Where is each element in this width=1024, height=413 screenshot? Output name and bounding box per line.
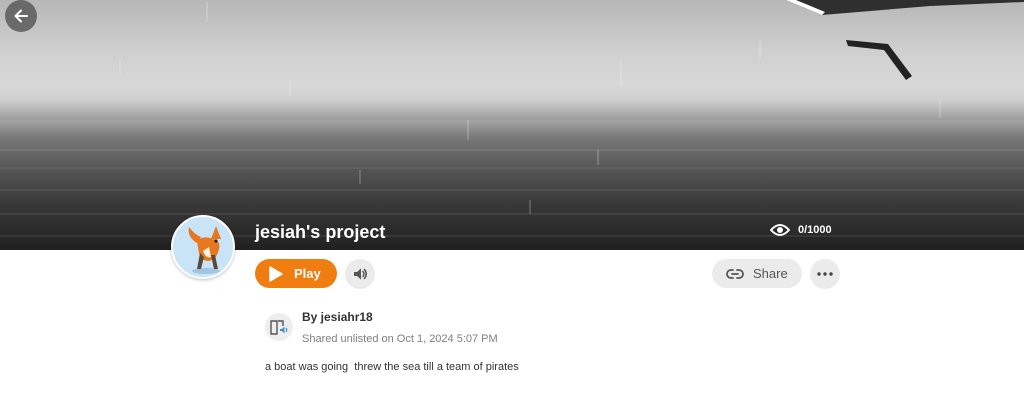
- scene-preview-image: [0, 0, 1024, 250]
- author-byline[interactable]: By jesiahr18: [302, 310, 373, 324]
- project-description: a boat was going threw the sea till a te…: [265, 361, 519, 373]
- share-button[interactable]: Share: [712, 259, 802, 288]
- author-avatar: [265, 313, 293, 341]
- more-options-button[interactable]: [810, 259, 840, 289]
- arrow-left-icon: [14, 9, 28, 23]
- play-button[interactable]: Play: [255, 259, 337, 288]
- shared-timestamp: Shared unlisted on Oct 1, 2024 5:07 PM: [302, 333, 498, 345]
- project-title: jesiah's project: [255, 222, 386, 242]
- view-count-value: 0/1000: [798, 224, 832, 236]
- back-button[interactable]: [5, 0, 37, 32]
- share-button-label: Share: [753, 266, 788, 281]
- speaker-icon: [354, 268, 367, 280]
- view-count: 0/1000: [770, 223, 832, 237]
- book-audio-icon: [270, 320, 288, 335]
- link-icon: [726, 268, 744, 279]
- eye-icon: [770, 224, 790, 236]
- project-preview-banner: [0, 0, 1024, 250]
- fox-icon: [188, 226, 221, 274]
- sound-toggle-button[interactable]: [345, 259, 375, 289]
- project-avatar: [171, 215, 235, 279]
- play-icon: [269, 265, 283, 282]
- play-button-label: Play: [294, 266, 321, 281]
- more-icon: [817, 272, 833, 276]
